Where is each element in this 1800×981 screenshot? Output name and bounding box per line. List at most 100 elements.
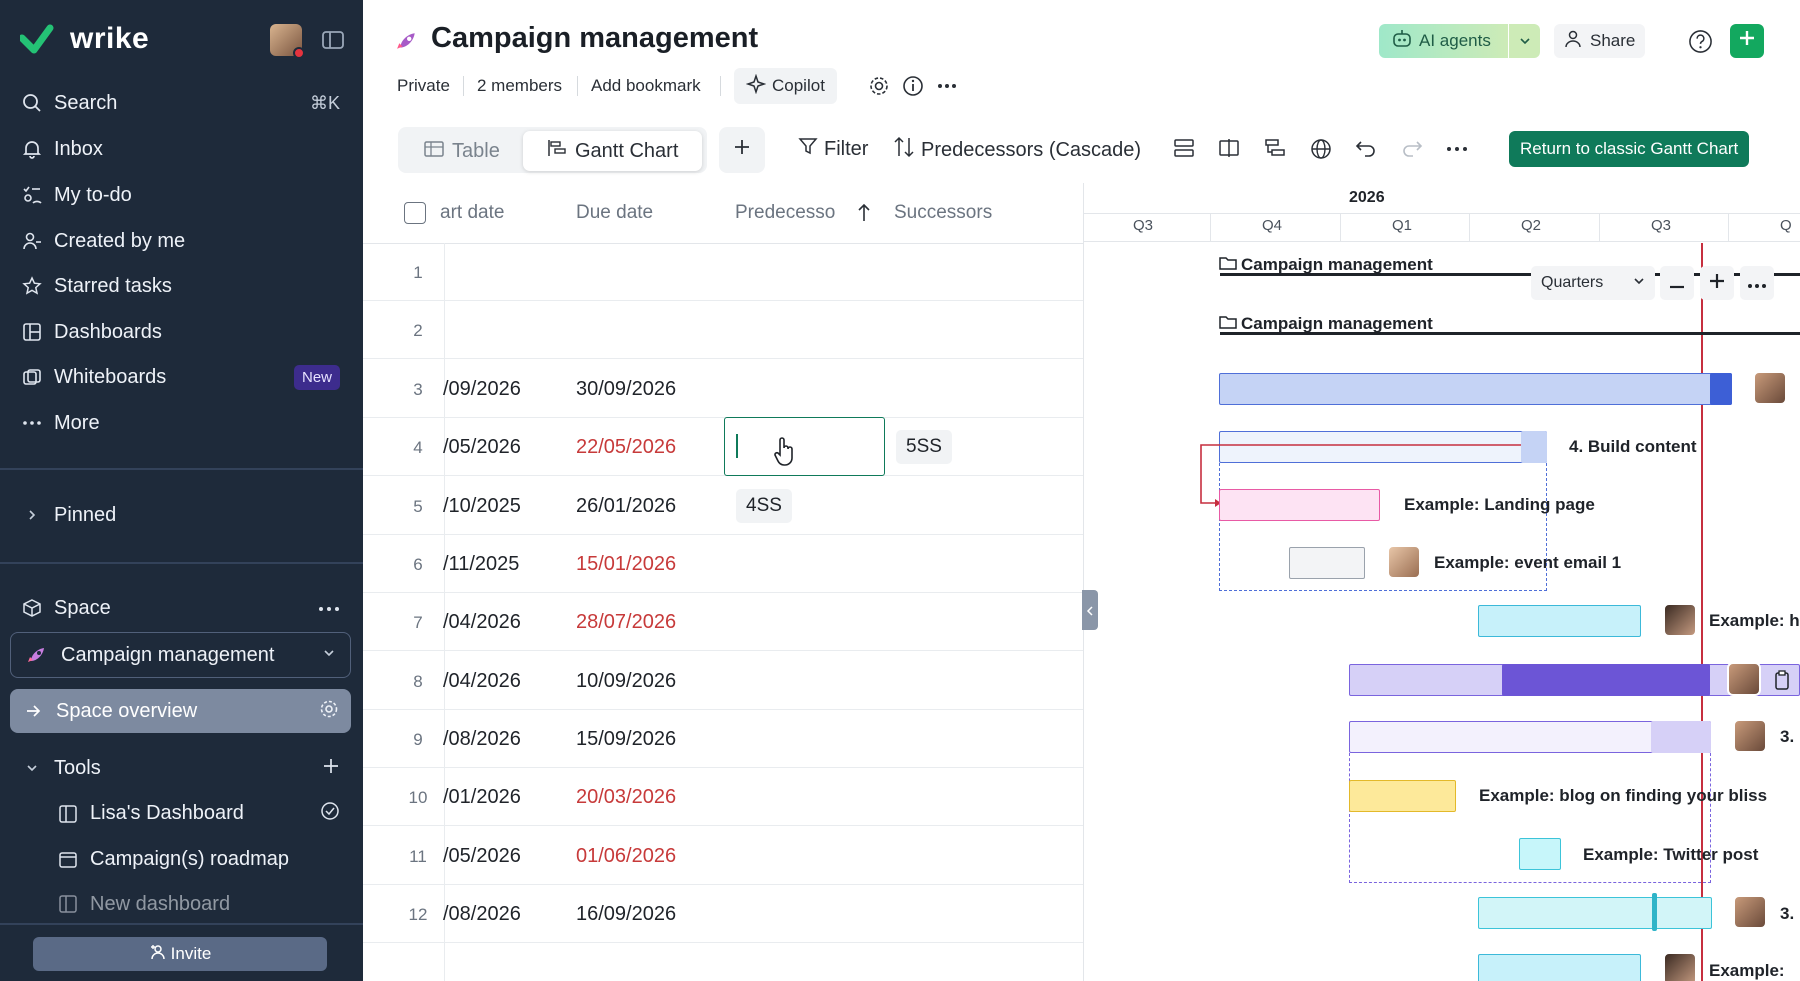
rows-icon[interactable] bbox=[1173, 138, 1195, 158]
column-header-due-date[interactable]: Due date bbox=[576, 202, 653, 224]
gantt-bar[interactable] bbox=[1219, 373, 1732, 405]
sidebar-item-more[interactable]: More bbox=[20, 411, 100, 435]
page-title[interactable]: Campaign management bbox=[431, 22, 758, 55]
sidebar-item-inbox[interactable]: Inbox bbox=[20, 137, 103, 161]
tool-item-roadmap[interactable]: Campaign(s) roadmap bbox=[56, 847, 289, 871]
due-date-cell[interactable]: 20/03/2026 bbox=[576, 786, 676, 809]
table-row[interactable]: 10/01/2026 20/03/2026 bbox=[363, 768, 1083, 826]
due-date-cell[interactable]: 01/06/2026 bbox=[576, 845, 676, 868]
sort-up-icon[interactable] bbox=[856, 203, 872, 228]
table-row[interactable]: 12/08/2026 16/09/2026 bbox=[363, 885, 1083, 943]
start-date-cell[interactable]: /01/2026 bbox=[443, 786, 521, 809]
avatar[interactable] bbox=[1727, 662, 1761, 696]
invite-button[interactable]: Invite bbox=[33, 937, 327, 971]
start-date-cell[interactable]: /08/2026 bbox=[443, 728, 521, 751]
due-date-cell[interactable]: 10/09/2026 bbox=[576, 670, 676, 693]
more-dots-icon[interactable] bbox=[937, 83, 957, 89]
privacy-label[interactable]: Private bbox=[397, 76, 450, 96]
sidebar-item-starred-tasks[interactable]: Starred tasks bbox=[20, 274, 172, 298]
task-label[interactable]: Example: bbox=[1709, 961, 1785, 981]
sidebar-item-created-by-me[interactable]: Created by me bbox=[20, 229, 185, 253]
zoom-out-button[interactable] bbox=[1660, 266, 1694, 300]
due-date-cell[interactable]: 15/09/2026 bbox=[576, 728, 676, 751]
return-classic-gantt-button[interactable]: Return to classic Gantt Chart bbox=[1509, 131, 1750, 167]
start-date-cell[interactable]: /09/2026 bbox=[443, 378, 521, 401]
panel-resize-handle[interactable] bbox=[1082, 590, 1098, 630]
space-selector[interactable]: Campaign management bbox=[10, 632, 351, 678]
due-date-cell[interactable]: 15/01/2026 bbox=[576, 553, 676, 576]
hierarchy-icon[interactable] bbox=[1264, 138, 1286, 158]
search-item[interactable]: Search ⌘K bbox=[20, 91, 340, 115]
due-date-cell[interactable]: 30/09/2026 bbox=[576, 378, 676, 401]
gear-icon[interactable] bbox=[868, 75, 890, 97]
filter-button[interactable]: Filter bbox=[798, 136, 868, 162]
gantt-bar[interactable] bbox=[1478, 897, 1712, 929]
predecessors-cell-editor[interactable] bbox=[724, 417, 885, 476]
column-header-successors[interactable]: Successors bbox=[894, 202, 992, 224]
help-icon[interactable] bbox=[1688, 29, 1713, 54]
members-label[interactable]: 2 members bbox=[477, 76, 562, 96]
zoom-select[interactable]: Quarters bbox=[1531, 266, 1655, 300]
table-row[interactable]: 3/09/2026 30/09/2026 bbox=[363, 360, 1083, 418]
undo-icon[interactable] bbox=[1355, 138, 1377, 158]
table-row[interactable]: 8/04/2026 10/09/2026 bbox=[363, 652, 1083, 710]
wrike-logo[interactable]: wrike bbox=[20, 22, 149, 56]
task-label[interactable]: 4. Build content bbox=[1569, 437, 1697, 457]
gantt-more-button[interactable] bbox=[1740, 266, 1774, 300]
tool-item-dashboard[interactable]: Lisa's Dashboard bbox=[56, 801, 340, 826]
space-more-icon[interactable] bbox=[318, 599, 340, 617]
ai-agents-dropdown[interactable] bbox=[1509, 24, 1540, 58]
user-avatar[interactable] bbox=[270, 24, 305, 59]
avatar[interactable] bbox=[1663, 603, 1697, 637]
start-date-cell[interactable]: /08/2026 bbox=[443, 903, 521, 926]
info-icon[interactable] bbox=[902, 75, 924, 97]
table-row[interactable]: 11/05/2026 01/06/2026 bbox=[363, 827, 1083, 885]
task-label[interactable]: Example: h bbox=[1709, 611, 1800, 631]
sidebar-item-whiteboards[interactable]: Whiteboards New bbox=[20, 365, 340, 390]
start-date-cell[interactable]: /05/2026 bbox=[443, 436, 521, 459]
gantt-bar[interactable] bbox=[1478, 954, 1641, 981]
tab-gantt-chart[interactable]: Gantt Chart bbox=[523, 131, 703, 171]
collapse-sidebar-button[interactable] bbox=[322, 30, 344, 50]
gantt-bar[interactable] bbox=[1289, 547, 1365, 579]
gantt-bar[interactable] bbox=[1519, 838, 1561, 870]
predecessor-tag[interactable]: 4SS bbox=[736, 489, 792, 523]
start-date-cell[interactable]: /04/2026 bbox=[443, 611, 521, 634]
gantt-bar[interactable] bbox=[1349, 780, 1456, 812]
add-button[interactable] bbox=[1730, 24, 1764, 58]
table-row[interactable]: 9/08/2026 15/09/2026 bbox=[363, 710, 1083, 768]
table-row[interactable]: 5/10/2025 26/01/2026 4SS bbox=[363, 477, 1083, 535]
tool-item-new-dashboard[interactable]: New dashboard bbox=[56, 892, 230, 916]
gantt-bar[interactable] bbox=[1219, 489, 1380, 521]
avatar[interactable] bbox=[1387, 545, 1421, 579]
task-label[interactable]: Example: blog on finding your bliss bbox=[1479, 786, 1767, 806]
tools-section[interactable]: Tools bbox=[20, 756, 340, 780]
add-bookmark-button[interactable]: Add bookmark bbox=[591, 76, 701, 96]
task-label[interactable]: 3. bbox=[1780, 727, 1794, 747]
table-row[interactable]: 6/11/2025 15/01/2026 bbox=[363, 535, 1083, 593]
zoom-in-button[interactable] bbox=[1700, 266, 1734, 300]
folder-label[interactable]: Campaign management bbox=[1241, 255, 1433, 275]
copilot-button[interactable]: Copilot bbox=[734, 68, 837, 104]
due-date-cell[interactable]: 26/01/2026 bbox=[576, 495, 676, 518]
column-header-start-date[interactable]: art date bbox=[440, 202, 504, 224]
start-date-cell[interactable]: /10/2025 bbox=[443, 495, 521, 518]
gear-icon[interactable] bbox=[319, 699, 339, 724]
globe-icon[interactable] bbox=[1310, 138, 1332, 160]
due-date-cell[interactable]: 22/05/2026 bbox=[576, 436, 676, 459]
start-date-cell[interactable]: /04/2026 bbox=[443, 670, 521, 693]
avatar[interactable] bbox=[1663, 952, 1697, 981]
task-label[interactable]: Example: event email 1 bbox=[1434, 553, 1621, 573]
select-all-checkbox[interactable] bbox=[404, 202, 426, 224]
add-view-button[interactable] bbox=[719, 127, 765, 173]
successor-tag[interactable]: 5SS bbox=[896, 430, 952, 464]
tab-table[interactable]: Table bbox=[410, 135, 514, 167]
split-columns-icon[interactable] bbox=[1218, 138, 1240, 158]
share-button[interactable]: Share bbox=[1554, 24, 1646, 58]
table-row[interactable]: 4/05/2026 22/05/2026 5SS bbox=[363, 418, 1083, 476]
table-row[interactable]: 7/04/2026 28/07/2026 bbox=[363, 593, 1083, 651]
gantt-bar-handle[interactable] bbox=[1652, 893, 1657, 931]
table-row[interactable]: 2 bbox=[363, 301, 1083, 359]
start-date-cell[interactable]: /11/2025 bbox=[443, 553, 519, 576]
more-dots-icon[interactable] bbox=[1446, 146, 1468, 152]
